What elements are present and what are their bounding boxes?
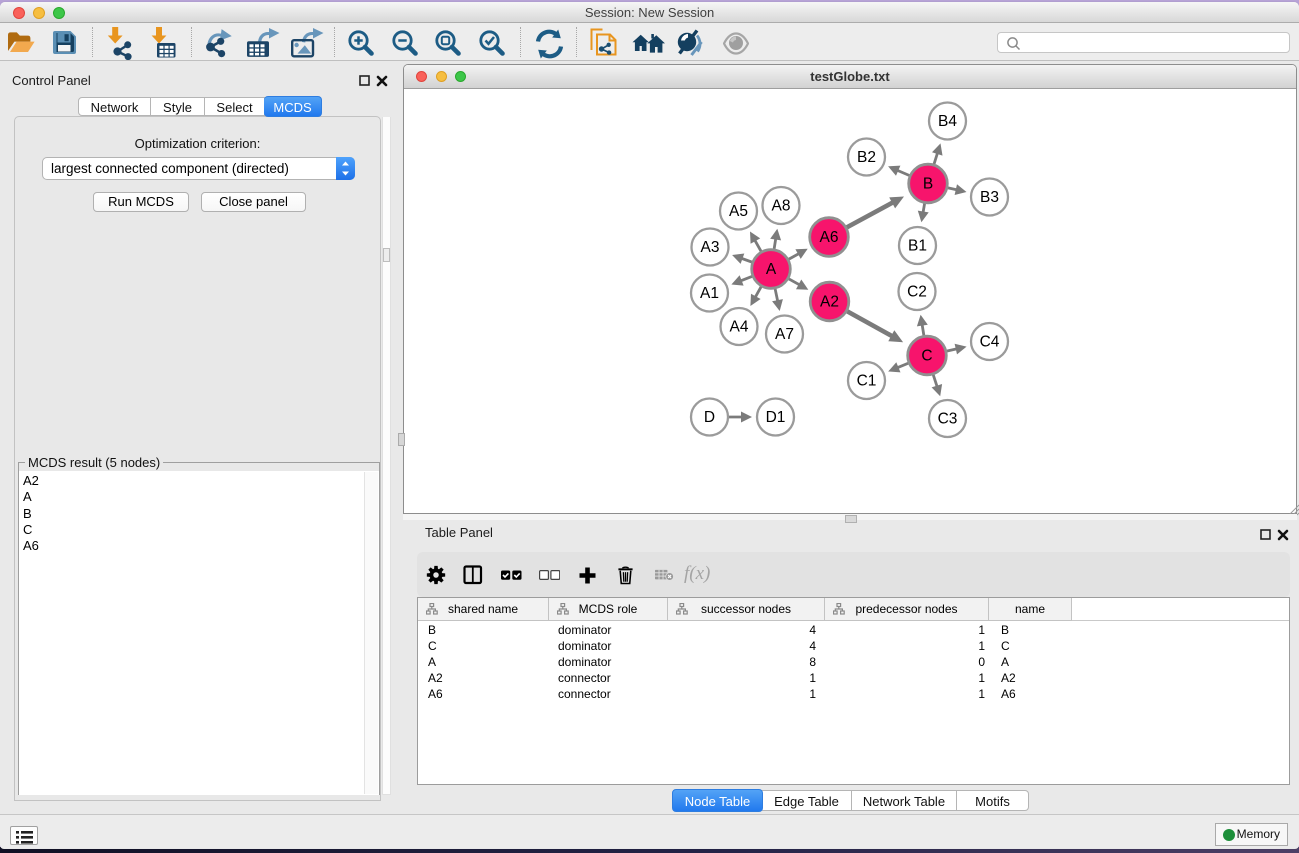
svg-text:C: C [921,348,932,365]
svg-text:A7: A7 [775,326,794,343]
svg-text:A1: A1 [700,285,719,302]
svg-text:A4: A4 [730,319,749,336]
svg-text:A3: A3 [701,239,720,256]
svg-text:D: D [704,409,715,426]
svg-text:C4: C4 [980,334,1000,351]
svg-text:C3: C3 [938,411,958,428]
svg-text:B3: B3 [980,189,999,206]
svg-text:A8: A8 [772,198,791,215]
svg-text:C1: C1 [857,373,877,390]
svg-text:A: A [766,261,777,278]
svg-text:A2: A2 [820,294,839,311]
svg-text:B2: B2 [857,149,876,166]
svg-text:B4: B4 [938,113,957,130]
svg-text:B: B [923,176,933,193]
svg-text:C2: C2 [907,284,927,301]
svg-text:A5: A5 [729,203,748,220]
svg-text:A6: A6 [820,229,839,246]
svg-text:D1: D1 [766,409,786,426]
svg-text:B1: B1 [908,238,927,255]
